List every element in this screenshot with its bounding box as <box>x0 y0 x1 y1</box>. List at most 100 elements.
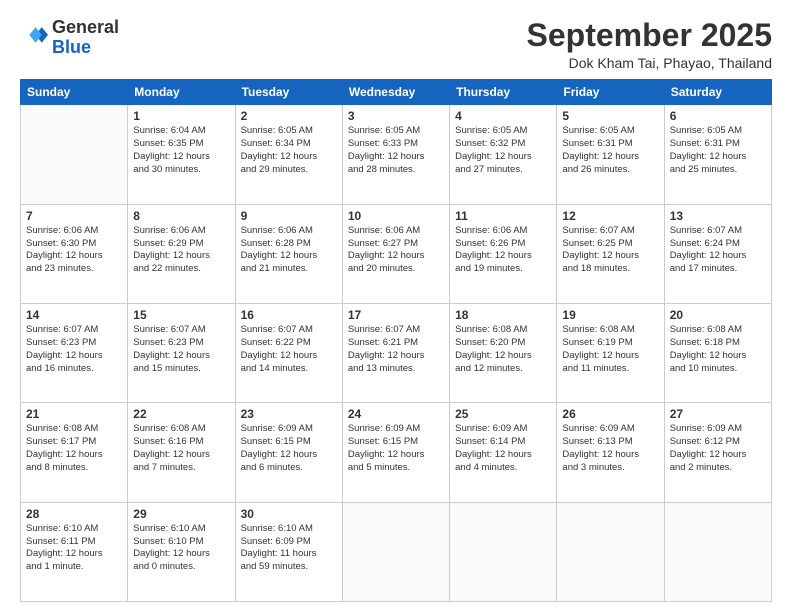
day-cell: 17Sunrise: 6:07 AMSunset: 6:21 PMDayligh… <box>342 303 449 402</box>
day-info-line: Sunrise: 6:09 AM <box>562 423 658 436</box>
day-cell: 26Sunrise: 6:09 AMSunset: 6:13 PMDayligh… <box>557 403 664 502</box>
day-info-line: Sunset: 6:23 PM <box>26 337 122 350</box>
day-cell: 20Sunrise: 6:08 AMSunset: 6:18 PMDayligh… <box>664 303 771 402</box>
day-info-line: Daylight: 11 hours <box>241 548 337 561</box>
day-info-line: Sunrise: 6:08 AM <box>26 423 122 436</box>
day-cell: 21Sunrise: 6:08 AMSunset: 6:17 PMDayligh… <box>21 403 128 502</box>
col-wednesday: Wednesday <box>342 80 449 105</box>
day-info-line: Sunset: 6:17 PM <box>26 436 122 449</box>
logo: General Blue <box>20 18 119 58</box>
day-info-line: Sunset: 6:19 PM <box>562 337 658 350</box>
day-info-line: Sunset: 6:14 PM <box>455 436 551 449</box>
day-number: 25 <box>455 406 551 422</box>
day-cell: 10Sunrise: 6:06 AMSunset: 6:27 PMDayligh… <box>342 204 449 303</box>
day-info-line: and 5 minutes. <box>348 462 444 475</box>
day-number: 16 <box>241 307 337 323</box>
header-row: Sunday Monday Tuesday Wednesday Thursday… <box>21 80 772 105</box>
day-cell: 14Sunrise: 6:07 AMSunset: 6:23 PMDayligh… <box>21 303 128 402</box>
day-number: 17 <box>348 307 444 323</box>
day-number: 27 <box>670 406 766 422</box>
week-row-3: 21Sunrise: 6:08 AMSunset: 6:17 PM Dayligh… <box>21 403 772 502</box>
day-info-line: Daylight: 12 hours <box>133 449 229 462</box>
day-number: 1 <box>133 108 229 124</box>
day-info-line: and 20 minutes. <box>348 263 444 276</box>
day-info-line: Sunrise: 6:07 AM <box>348 324 444 337</box>
day-number: 9 <box>241 208 337 224</box>
day-info-line: Daylight: 12 hours <box>562 151 658 164</box>
day-info-line: Sunrise: 6:08 AM <box>455 324 551 337</box>
day-number: 20 <box>670 307 766 323</box>
day-cell: 1Sunrise: 6:04 AMSunset: 6:35 PMDaylight… <box>128 105 235 204</box>
day-info-line: Sunrise: 6:07 AM <box>241 324 337 337</box>
day-number: 10 <box>348 208 444 224</box>
day-info-line: Sunset: 6:15 PM <box>348 436 444 449</box>
day-info-line: Daylight: 12 hours <box>26 250 122 263</box>
month-title: September 2025 <box>527 18 772 53</box>
day-number: 19 <box>562 307 658 323</box>
day-info-line: Sunset: 6:29 PM <box>133 238 229 251</box>
day-cell: 25Sunrise: 6:09 AMSunset: 6:14 PMDayligh… <box>450 403 557 502</box>
day-info-line: Sunset: 6:22 PM <box>241 337 337 350</box>
day-info-line: Daylight: 12 hours <box>670 449 766 462</box>
day-info-line: Sunset: 6:27 PM <box>348 238 444 251</box>
day-info-line: and 25 minutes. <box>670 164 766 177</box>
day-cell: 15Sunrise: 6:07 AMSunset: 6:23 PMDayligh… <box>128 303 235 402</box>
day-info-line: Sunset: 6:35 PM <box>133 138 229 151</box>
week-row-4: 28Sunrise: 6:10 AMSunset: 6:11 PMDayligh… <box>21 502 772 601</box>
day-info-line: Sunset: 6:24 PM <box>670 238 766 251</box>
day-cell: 9Sunrise: 6:06 AMSunset: 6:28 PMDaylight… <box>235 204 342 303</box>
day-cell <box>664 502 771 601</box>
day-cell: 4Sunrise: 6:05 AMSunset: 6:32 PMDaylight… <box>450 105 557 204</box>
day-cell: 18Sunrise: 6:08 AMSunset: 6:20 PMDayligh… <box>450 303 557 402</box>
day-info-line: Sunrise: 6:09 AM <box>670 423 766 436</box>
day-info-line: Daylight: 12 hours <box>670 151 766 164</box>
logo-general: General <box>52 17 119 37</box>
day-cell: 2Sunrise: 6:05 AMSunset: 6:34 PMDaylight… <box>235 105 342 204</box>
day-info-line: and 8 minutes. <box>26 462 122 475</box>
day-cell <box>557 502 664 601</box>
day-info-line: Sunrise: 6:09 AM <box>241 423 337 436</box>
day-cell <box>450 502 557 601</box>
day-info-line: and 17 minutes. <box>670 263 766 276</box>
day-info-line: and 15 minutes. <box>133 363 229 376</box>
day-info-line: Daylight: 12 hours <box>133 151 229 164</box>
week-row-2: 14Sunrise: 6:07 AMSunset: 6:23 PMDayligh… <box>21 303 772 402</box>
day-info-line: Sunset: 6:10 PM <box>133 536 229 549</box>
day-info-line: Sunset: 6:11 PM <box>26 536 122 549</box>
day-info-line: Sunrise: 6:05 AM <box>670 125 766 138</box>
col-thursday: Thursday <box>450 80 557 105</box>
day-cell: 23Sunrise: 6:09 AMSunset: 6:15 PMDayligh… <box>235 403 342 502</box>
day-info-line: Sunrise: 6:06 AM <box>348 225 444 238</box>
day-info-line: Sunrise: 6:05 AM <box>455 125 551 138</box>
col-friday: Friday <box>557 80 664 105</box>
day-info-line: Sunset: 6:09 PM <box>241 536 337 549</box>
day-number: 11 <box>455 208 551 224</box>
title-block: September 2025 Dok Kham Tai, Phayao, Tha… <box>527 18 772 71</box>
day-info-line: Sunrise: 6:10 AM <box>133 523 229 536</box>
day-info-line: and 19 minutes. <box>455 263 551 276</box>
general-blue-logo-icon <box>20 24 48 52</box>
day-number: 21 <box>26 406 122 422</box>
day-info-line: and 18 minutes. <box>562 263 658 276</box>
day-info-line: Sunrise: 6:08 AM <box>562 324 658 337</box>
calendar-table: Sunday Monday Tuesday Wednesday Thursday… <box>20 79 772 602</box>
col-tuesday: Tuesday <box>235 80 342 105</box>
day-info-line: Sunset: 6:18 PM <box>670 337 766 350</box>
day-info-line: and 0 minutes. <box>133 561 229 574</box>
day-info-line: Sunset: 6:33 PM <box>348 138 444 151</box>
day-info-line: Daylight: 12 hours <box>133 350 229 363</box>
day-info-line: Sunset: 6:25 PM <box>562 238 658 251</box>
day-info-line: Sunrise: 6:06 AM <box>26 225 122 238</box>
day-info-line: Daylight: 12 hours <box>562 350 658 363</box>
day-info-line: and 14 minutes. <box>241 363 337 376</box>
day-info-line: Sunset: 6:16 PM <box>133 436 229 449</box>
day-info-line: Daylight: 12 hours <box>348 350 444 363</box>
day-info-line: Sunrise: 6:07 AM <box>26 324 122 337</box>
week-row-0: 1Sunrise: 6:04 AMSunset: 6:35 PMDaylight… <box>21 105 772 204</box>
day-info-line: and 29 minutes. <box>241 164 337 177</box>
day-number: 18 <box>455 307 551 323</box>
day-cell: 27Sunrise: 6:09 AMSunset: 6:12 PMDayligh… <box>664 403 771 502</box>
day-info-line: Daylight: 12 hours <box>670 350 766 363</box>
calendar-header: Sunday Monday Tuesday Wednesday Thursday… <box>21 80 772 105</box>
day-cell <box>342 502 449 601</box>
